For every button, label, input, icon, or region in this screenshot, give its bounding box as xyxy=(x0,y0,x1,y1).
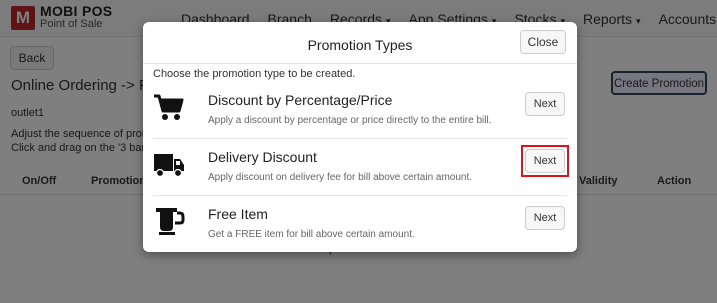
close-button[interactable]: Close xyxy=(520,30,566,54)
cup-icon xyxy=(156,208,185,235)
promo-type-delivery: Delivery Discount Apply discount on deli… xyxy=(153,139,569,196)
promo-type-description: Get a FREE item for bill above certain a… xyxy=(208,229,415,240)
next-button-free-item[interactable]: Next xyxy=(525,206,565,230)
promo-type-free-item: Free Item Get a FREE item for bill above… xyxy=(153,196,567,252)
dialog-header: Promotion Types Close xyxy=(143,22,577,64)
next-button-percentage[interactable]: Next xyxy=(525,92,565,116)
promo-type-description: Apply discount on delivery fee for bill … xyxy=(208,172,473,183)
cart-icon xyxy=(154,94,184,120)
highlight-box xyxy=(521,145,569,177)
promo-type-description: Apply a discount by percentage or price … xyxy=(208,115,492,126)
promo-type-title: Free Item xyxy=(208,206,268,222)
dialog-title: Promotion Types xyxy=(307,37,413,53)
dialog-intro: Choose the promotion type to be created. xyxy=(153,68,356,80)
promo-type-title: Delivery Discount xyxy=(208,149,317,165)
promo-type-title: Discount by Percentage/Price xyxy=(208,92,393,108)
promo-type-percentage: Discount by Percentage/Price Apply a dis… xyxy=(153,82,567,139)
truck-icon xyxy=(154,154,184,178)
promotion-types-dialog: Promotion Types Close Choose the promoti… xyxy=(143,22,577,252)
